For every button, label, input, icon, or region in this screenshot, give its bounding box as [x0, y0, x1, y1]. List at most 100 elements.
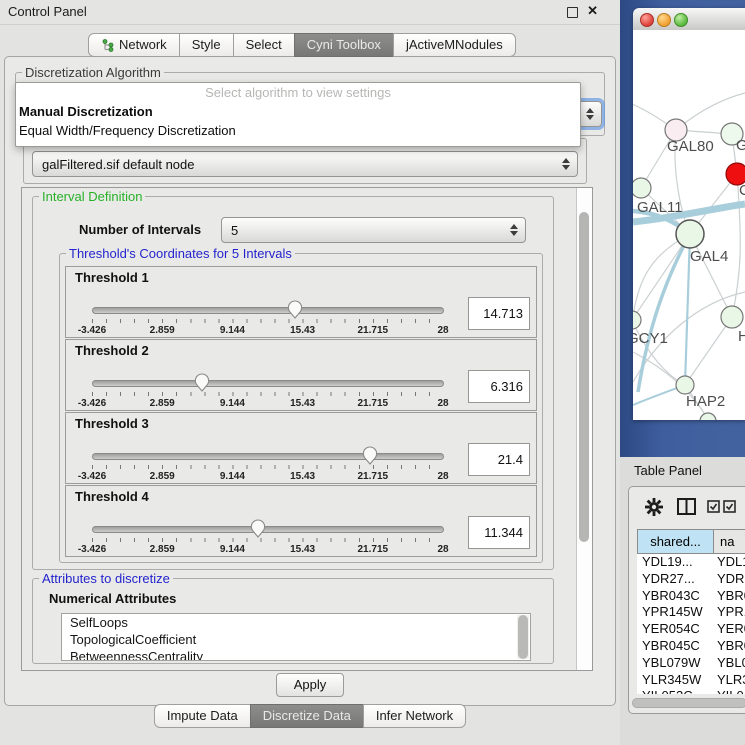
table-data-value: galFiltered.sif default node — [42, 157, 194, 172]
control-panel: Control Panel ✕ Discretization Algorithm… — [0, 0, 620, 745]
table-data-combobox[interactable]: galFiltered.sif default node — [32, 151, 578, 177]
svg-text:H: H — [738, 328, 745, 345]
num-intervals-combobox[interactable]: 5 — [221, 217, 526, 243]
list-item[interactable]: TopologicalCoefficient — [62, 631, 530, 648]
scrollbar-thumb[interactable] — [579, 212, 589, 542]
threshold-4-box: Threshold 4 -3.4262.8599.14415.4321.7152… — [65, 485, 537, 557]
table-row[interactable]: YIL052CYIL0 — [637, 688, 745, 694]
gear-icon[interactable] — [645, 498, 663, 516]
table-body[interactable]: YDL19...YDL1 YDR27...YDR2 YBR043CYBR0 YP… — [637, 554, 745, 694]
tab-discretize-data[interactable]: Discretize Data — [250, 704, 364, 728]
numerical-attributes-list[interactable]: SelfLoops TopologicalCoefficient Between… — [61, 613, 531, 661]
apply-button[interactable]: Apply — [276, 673, 344, 697]
svg-text:G: G — [736, 137, 745, 154]
tab-label: Select — [246, 34, 282, 56]
table-row[interactable]: YBL079WYBL0 — [637, 655, 745, 672]
table-row[interactable]: YDL19...YDL1 — [637, 554, 745, 571]
column-header-shared-name[interactable]: shared... — [637, 529, 713, 554]
tab-label: Impute Data — [167, 705, 238, 727]
tab-network[interactable]: Network — [88, 33, 180, 57]
table-panel-titlebar: Table Panel — [620, 457, 745, 484]
tab-label: Network — [119, 34, 167, 56]
dropdown-hint: Select algorithm to view settings — [16, 83, 580, 102]
algorithm-group-title: Discretization Algorithm — [22, 65, 164, 80]
threshold-3-box: Threshold 3 -3.4262.8599.14415.4321.7152… — [65, 412, 537, 484]
slider-thumb[interactable] — [287, 299, 303, 319]
float-window-icon[interactable] — [567, 7, 578, 18]
columns-icon[interactable] — [677, 498, 696, 515]
list-item[interactable]: SelfLoops — [62, 614, 530, 631]
close-icon[interactable]: ✕ — [587, 3, 598, 19]
threshold-4-label: Threshold 4 — [75, 489, 149, 504]
network-graph: GAL80 G C GAL11 GAL4 GCY1 H HAP2 — [633, 30, 745, 420]
tab-label: Cyni Toolbox — [307, 34, 381, 56]
threshold-1-slider[interactable] — [92, 307, 444, 314]
network-window-titlebar[interactable] — [633, 8, 745, 31]
svg-text:GAL4: GAL4 — [690, 248, 728, 265]
threshold-4-value-field[interactable]: 11.344 — [468, 516, 530, 549]
threshold-1-value-field[interactable]: 14.713 — [468, 297, 530, 330]
svg-text:GAL11: GAL11 — [637, 199, 683, 216]
cyni-mode-tabs: Impute Data Discretize Data Infer Networ… — [0, 704, 620, 728]
minimize-traffic-light[interactable] — [657, 13, 671, 27]
horizontal-scrollbar[interactable] — [632, 698, 745, 708]
table-row[interactable]: YLR345WYLR3 — [637, 672, 745, 689]
threshold-1-label: Threshold 1 — [75, 270, 149, 285]
checkbox-icon[interactable] — [723, 500, 736, 513]
table-row[interactable]: YBR045CYBR0 — [637, 638, 745, 655]
control-panel-titlebar: Control Panel ✕ — [0, 0, 620, 25]
threshold-2-value-field[interactable]: 6.316 — [468, 370, 530, 403]
threshold-3-value-field[interactable]: 21.4 — [468, 443, 530, 476]
table-row[interactable]: YDR27...YDR2 — [637, 571, 745, 588]
num-intervals-value: 5 — [231, 223, 238, 238]
table-row[interactable]: YER054CYER0 — [637, 621, 745, 638]
svg-text:C: C — [739, 182, 745, 199]
tab-impute-data[interactable]: Impute Data — [154, 704, 251, 728]
dropdown-item-manual-discretization[interactable]: Manual Discretization — [16, 102, 580, 121]
tab-select[interactable]: Select — [233, 33, 295, 57]
slider-thumb[interactable] — [194, 372, 210, 392]
panel-title: Control Panel — [8, 4, 87, 19]
slider-thumb[interactable] — [250, 518, 266, 538]
column-header-name[interactable]: na — [713, 529, 745, 554]
slider-scale: -3.4262.8599.14415.4321.71528 — [92, 325, 443, 337]
threshold-4-slider[interactable] — [92, 526, 444, 533]
tab-label: Style — [192, 34, 221, 56]
tab-style[interactable]: Style — [179, 33, 234, 57]
threshold-2-slider[interactable] — [92, 380, 444, 387]
scrollbar-thumb[interactable] — [632, 698, 745, 708]
attributes-group: Attributes to discretize Numerical Attri… — [32, 578, 554, 664]
numerical-attributes-label: Numerical Attributes — [49, 591, 176, 606]
table-panel: shared... na YDL19...YDL1 YDR27...YDR2 Y… — [628, 486, 745, 714]
stepper-arrows-icon — [585, 107, 594, 121]
tab-jactivemnodules[interactable]: jActiveMNodules — [393, 33, 516, 57]
tab-label: Discretize Data — [263, 705, 351, 727]
settings-scrollbar[interactable] — [576, 188, 592, 670]
list-scrollbar[interactable] — [517, 615, 529, 659]
tab-cyni-toolbox[interactable]: Cyni Toolbox — [294, 33, 394, 57]
tab-infer-network[interactable]: Infer Network — [363, 704, 466, 728]
list-item[interactable]: BetweennessCentrality — [62, 648, 530, 661]
scrollbar-thumb[interactable] — [518, 615, 528, 659]
slider-scale: -3.4262.8599.14415.4321.71528 — [92, 398, 443, 410]
network-tree-icon — [101, 39, 114, 52]
svg-text:GCY1: GCY1 — [633, 330, 668, 347]
tab-label: Infer Network — [376, 705, 453, 727]
slider-thumb[interactable] — [362, 445, 378, 465]
dropdown-item-equal-width[interactable]: Equal Width/Frequency Discretization — [16, 121, 580, 140]
table-panel-title: Table Panel — [634, 463, 702, 478]
zoom-traffic-light[interactable] — [674, 13, 688, 27]
threshold-3-slider[interactable] — [92, 453, 444, 460]
threshold-1-box: Threshold 1 -3.4262.8599.14415.4321.7152… — [65, 266, 537, 338]
slider-scale: -3.4262.8599.14415.4321.71528 — [92, 544, 443, 556]
network-canvas[interactable]: GAL80 G C GAL11 GAL4 GCY1 H HAP2 — [633, 30, 745, 420]
threshold-3-label: Threshold 3 — [75, 416, 149, 431]
table-row[interactable]: YBR043CYBR0 — [637, 588, 745, 605]
checkbox-icon[interactable] — [707, 500, 720, 513]
threshold-2-box: Threshold 2 -3.4262.8599.14415.4321.7152… — [65, 339, 537, 411]
close-traffic-light[interactable] — [640, 13, 654, 27]
thresholds-group: Threshold's Coordinates for 5 Intervals … — [59, 253, 543, 563]
table-row[interactable]: YPR145WYPR1 — [637, 604, 745, 621]
table-header-row: shared... na — [637, 529, 745, 554]
interval-definition-title: Interval Definition — [39, 189, 145, 204]
